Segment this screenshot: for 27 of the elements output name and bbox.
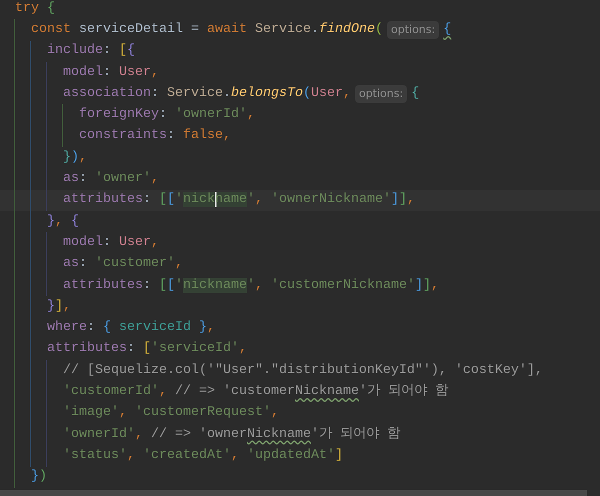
code-text: })	[31, 468, 47, 486]
code-text: attributes: [['nickname', 'customerNickname']],	[63, 276, 439, 294]
code-text: 'customerId', // => 'customerNickname'가 되어야 함	[63, 382, 448, 401]
code-text: attributes: ['serviceId',	[47, 340, 247, 358]
parameter-hint: options:	[354, 84, 408, 103]
code-text: model: User,	[63, 64, 159, 82]
code-text: 'status', 'createdAt', 'updatedAt']	[63, 446, 343, 465]
code-text: 'image', 'customerRequest',	[63, 404, 279, 422]
code-text: }],	[47, 298, 71, 316]
parameter-hint: options:	[386, 20, 440, 39]
code-text: where: { serviceId },	[47, 319, 215, 338]
code-text: as: 'customer',	[63, 255, 183, 274]
code-text: foreignKey: 'ownerId',	[79, 106, 255, 124]
code-text: as: 'owner',	[63, 170, 159, 188]
code-text: 'ownerId', // => 'ownerNickname'가 되어야 함	[63, 426, 400, 444]
code-text: model: User,	[63, 234, 159, 252]
code-text: constraints: false,	[79, 127, 231, 146]
code-text: {	[411, 84, 420, 103]
code-text: }, {	[47, 212, 79, 231]
code-text: association: Service.belongsTo(User,	[63, 84, 351, 103]
code-text: const serviceDetail = await Service.findOne(	[31, 20, 383, 39]
code-text: // [Sequelize.col('"User"."distributionKeyId"'), 'costKey'],	[63, 362, 543, 380]
horizontal-scrollbar[interactable]	[0, 490, 587, 496]
code-text: {	[443, 20, 452, 39]
code-text: try {	[15, 0, 55, 18]
code-text: }),	[63, 148, 87, 167]
code-text: include: [{	[47, 42, 135, 60]
